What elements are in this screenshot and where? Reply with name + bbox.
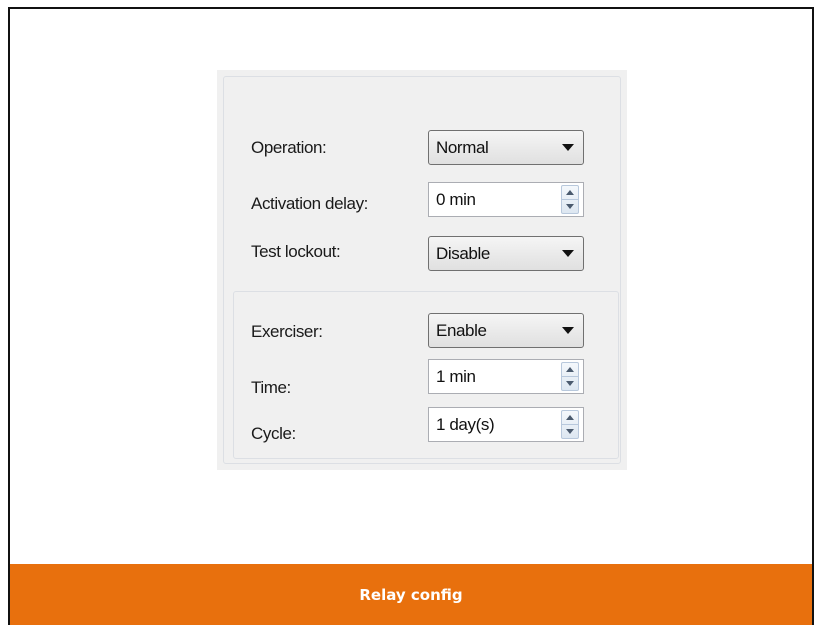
time-spinner[interactable]: 1 min (428, 359, 584, 394)
activation-delay-value: 0 min (436, 189, 476, 209)
caption-text: Relay config (359, 585, 463, 604)
cycle-value: 1 day(s) (436, 414, 495, 434)
arrow-down-icon (566, 429, 574, 434)
exerciser-label: Exerciser: (251, 322, 323, 341)
time-label: Time: (251, 378, 291, 397)
caption-bar: Relay config (10, 564, 812, 625)
chevron-down-icon (562, 327, 574, 334)
exerciser-dropdown[interactable]: Enable (428, 313, 584, 348)
cycle-decrement-button[interactable] (562, 425, 578, 438)
time-spin-buttons (561, 362, 579, 391)
test-lockout-value: Disable (436, 243, 490, 263)
cycle-increment-button[interactable] (562, 411, 578, 425)
activation-delay-label: Activation delay: (251, 194, 368, 213)
test-lockout-label: Test lockout: (251, 242, 341, 261)
cycle-spin-buttons (561, 410, 579, 439)
activation-delay-increment-button[interactable] (562, 186, 578, 200)
arrow-down-icon (566, 381, 574, 386)
arrow-up-icon (566, 367, 574, 372)
activation-delay-spinner[interactable]: 0 min (428, 182, 584, 217)
operation-value: Normal (436, 137, 489, 157)
operation-label: Operation: (251, 138, 327, 157)
relay-settings-panel: Operation: Normal Activation delay: 0 mi… (217, 70, 627, 470)
time-value: 1 min (436, 366, 476, 386)
time-increment-button[interactable] (562, 363, 578, 377)
cycle-spinner[interactable]: 1 day(s) (428, 407, 584, 442)
chevron-down-icon (562, 144, 574, 151)
arrow-up-icon (566, 415, 574, 420)
chevron-down-icon (562, 250, 574, 257)
operation-dropdown[interactable]: Normal (428, 130, 584, 165)
arrow-down-icon (566, 204, 574, 209)
exerciser-value: Enable (436, 320, 487, 340)
activation-delay-spin-buttons (561, 185, 579, 214)
test-lockout-dropdown[interactable]: Disable (428, 236, 584, 271)
time-decrement-button[interactable] (562, 377, 578, 390)
arrow-up-icon (566, 190, 574, 195)
activation-delay-decrement-button[interactable] (562, 200, 578, 213)
cycle-label: Cycle: (251, 424, 296, 443)
